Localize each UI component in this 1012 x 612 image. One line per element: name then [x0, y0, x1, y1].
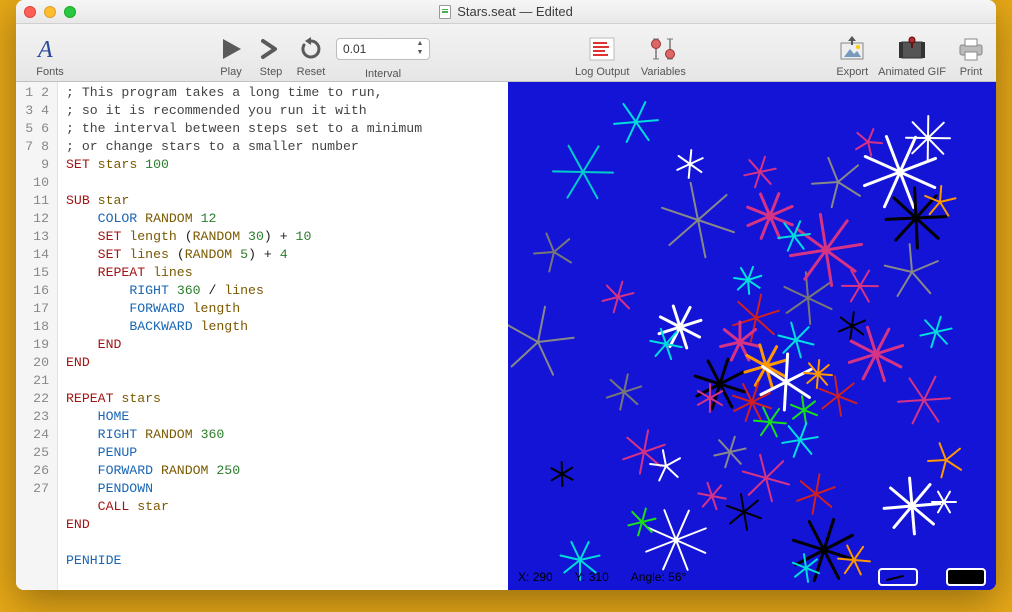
print-button[interactable]: Print [952, 26, 990, 80]
step-icon [259, 34, 283, 64]
app-window: Stars.seat — Edited A Fonts Play Step [16, 0, 996, 590]
canvas-pane: X: 290 Y: 310 Angle: 56° [508, 82, 996, 590]
traffic-lights [24, 6, 76, 18]
toolbar: A Fonts Play Step Reset 0.01 [16, 24, 996, 82]
interval-field: 0.01 ▲ ▼ Interval [336, 26, 430, 80]
document-icon [439, 5, 451, 19]
log-output-icon [587, 34, 617, 64]
play-button[interactable]: Play [212, 26, 250, 80]
pen-outline-swatch[interactable] [878, 568, 918, 586]
export-icon [838, 34, 866, 64]
interval-value: 0.01 [343, 42, 366, 56]
fonts-button[interactable]: A Fonts [22, 26, 78, 80]
chevron-down-icon[interactable]: ▼ [413, 49, 427, 58]
status-bar: X: 290 Y: 310 Angle: 56° [508, 564, 996, 590]
window-title: Stars.seat — Edited [16, 4, 996, 19]
print-icon [957, 34, 985, 64]
step-button[interactable]: Step [252, 26, 290, 80]
status-angle: Angle: 56° [631, 570, 687, 584]
chevron-up-icon[interactable]: ▲ [413, 40, 427, 49]
line-gutter: 1 2 3 4 5 6 7 8 9 10 11 12 13 14 15 16 1… [16, 82, 58, 590]
minimize-button[interactable] [44, 6, 56, 18]
turtle-canvas [508, 82, 996, 590]
zoom-button[interactable] [64, 6, 76, 18]
log-output-button[interactable]: Log Output [571, 26, 633, 80]
reset-button[interactable]: Reset [292, 26, 330, 80]
interval-stepper[interactable]: ▲ ▼ [413, 40, 427, 58]
title-text: Stars.seat — Edited [457, 4, 573, 19]
close-button[interactable] [24, 6, 36, 18]
status-x: X: 290 [518, 570, 553, 584]
fonts-icon: A [36, 34, 64, 64]
play-icon [218, 34, 244, 64]
svg-text:A: A [36, 37, 53, 63]
animated-gif-icon [897, 34, 927, 64]
variables-icon [648, 34, 678, 64]
interval-label: Interval [365, 68, 401, 80]
pen-fill-swatch[interactable] [946, 568, 986, 586]
status-y: Y: 310 [575, 570, 609, 584]
code-editor[interactable]: 1 2 3 4 5 6 7 8 9 10 11 12 13 14 15 16 1… [16, 82, 508, 590]
variables-button[interactable]: Variables [635, 26, 691, 80]
code-area[interactable]: ; This program takes a long time to run,… [58, 82, 430, 590]
animated-gif-button[interactable]: Animated GIF [874, 26, 950, 80]
reset-icon [298, 34, 324, 64]
export-button[interactable]: Export [832, 26, 872, 80]
titlebar[interactable]: Stars.seat — Edited [16, 0, 996, 24]
content-area: 1 2 3 4 5 6 7 8 9 10 11 12 13 14 15 16 1… [16, 82, 996, 590]
interval-input[interactable]: 0.01 ▲ ▼ [336, 38, 430, 60]
